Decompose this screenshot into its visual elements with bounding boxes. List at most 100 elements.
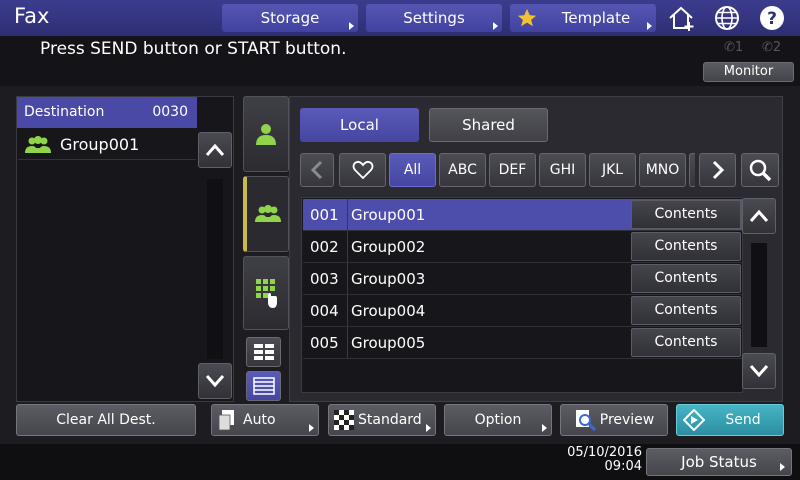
list-scroll-track[interactable]	[751, 243, 767, 347]
home-icon[interactable]	[667, 4, 697, 32]
index-tab-ghi[interactable]: GHI	[539, 153, 586, 187]
favorites-button[interactable]	[339, 153, 386, 187]
row-name: Group004	[351, 302, 426, 320]
row-name: Group003	[351, 270, 426, 288]
submenu-arrow-icon	[542, 424, 547, 432]
standard-label: Standard	[358, 412, 422, 428]
fax-screen: Fax Storage Settings Template ? Press SE…	[0, 0, 800, 480]
row-number: 001	[310, 206, 339, 224]
destination-panel: Destination 0030 Group001	[16, 96, 234, 402]
phone-icon: ✆	[724, 40, 735, 55]
tile-view-icon	[253, 344, 274, 360]
table-row[interactable]: 003 Group003 Contents	[303, 263, 743, 295]
tab-individual[interactable]	[243, 96, 289, 172]
index-tab-mno[interactable]: MNO	[639, 153, 686, 187]
chevron-down-icon	[205, 375, 225, 388]
preview-icon	[575, 410, 596, 431]
time: 09:04	[604, 459, 642, 474]
tab-keypad[interactable]	[243, 256, 289, 330]
group-list: 001 Group001 Contents 002 Group002 Conte…	[301, 197, 743, 393]
shared-button[interactable]: Shared	[429, 108, 548, 142]
settings-label: Settings	[403, 9, 465, 27]
dest-scroll-up-button[interactable]	[198, 132, 232, 168]
submenu-arrow-icon	[309, 424, 314, 432]
row-name: Group002	[351, 238, 426, 256]
list-view-icon	[252, 377, 275, 395]
index-tab-def[interactable]: DEF	[489, 153, 536, 187]
heart-icon	[352, 160, 373, 180]
document-icon	[218, 410, 234, 431]
contents-button[interactable]: Contents	[631, 232, 741, 261]
row-number: 002	[310, 238, 339, 256]
resolution-auto-button[interactable]: Auto	[211, 404, 319, 436]
send-icon	[683, 409, 705, 431]
index-tab-jkl[interactable]: JKL	[589, 153, 636, 187]
table-row[interactable]: 001 Group001 Contents	[303, 199, 743, 231]
preview-label: Preview	[599, 412, 655, 428]
row-name: Group005	[351, 334, 426, 352]
index-tab-all[interactable]: All	[389, 153, 436, 187]
row-divider	[347, 263, 348, 294]
line2-indicator: ✆2	[762, 40, 782, 55]
destination-label: Destination	[24, 104, 105, 120]
submenu-arrow-icon	[647, 22, 652, 30]
local-button[interactable]: Local	[300, 108, 419, 142]
storage-label: Storage	[260, 9, 320, 27]
chevron-down-icon	[749, 365, 769, 378]
clear-all-dest-button[interactable]: Clear All Dest.	[16, 404, 196, 436]
row-divider	[347, 231, 348, 262]
chevron-left-icon	[310, 160, 323, 180]
settings-button[interactable]: Settings	[366, 4, 502, 32]
datetime: 05/10/2016 09:04	[567, 446, 642, 474]
table-row[interactable]: 004 Group004 Contents	[303, 295, 743, 327]
quality-standard-button[interactable]: Standard	[328, 404, 436, 436]
phone-icon: ✆	[762, 40, 773, 55]
job-status-button[interactable]: Job Status	[646, 448, 792, 476]
list-scroll-up-button[interactable]	[742, 198, 776, 234]
view-tile-button[interactable]	[246, 337, 281, 367]
table-row[interactable]: 002 Group002 Contents	[303, 231, 743, 263]
option-label: Option	[474, 412, 522, 428]
contents-button[interactable]: Contents	[631, 328, 741, 357]
globe-icon[interactable]	[712, 4, 742, 32]
template-button[interactable]: Template	[510, 4, 656, 32]
template-label: Template	[561, 9, 631, 27]
person-icon	[256, 124, 276, 145]
status-message: Press SEND button or START button.	[40, 39, 347, 59]
line1-indicator: ✆1	[724, 40, 744, 55]
storage-button[interactable]: Storage	[222, 4, 358, 32]
index-tab-abc[interactable]: ABC	[439, 153, 486, 187]
auto-label: Auto	[243, 412, 276, 428]
submenu-arrow-icon	[426, 424, 431, 432]
list-scroll-down-button[interactable]	[742, 353, 776, 389]
chevron-up-icon	[749, 209, 769, 222]
table-row[interactable]: 005 Group005 Contents	[303, 327, 743, 359]
header-bar: Fax Storage Settings Template ?	[0, 0, 800, 36]
dest-scroll-down-button[interactable]	[198, 363, 232, 399]
job-status-label: Job Status	[681, 453, 757, 471]
send-button[interactable]: Send	[676, 404, 784, 436]
group-icon	[25, 135, 51, 153]
contents-button[interactable]: Contents	[631, 296, 741, 325]
search-button[interactable]	[741, 153, 779, 187]
date: 05/10/2016	[567, 445, 642, 460]
contents-button[interactable]: Contents	[631, 200, 741, 229]
preview-button[interactable]: Preview	[560, 404, 668, 436]
view-list-button[interactable]	[246, 371, 281, 401]
dest-scroll-track[interactable]	[207, 179, 223, 359]
monitor-button[interactable]: Monitor	[703, 62, 794, 82]
tab-group[interactable]	[243, 176, 289, 252]
row-number: 005	[310, 334, 339, 352]
index-next-button[interactable]	[699, 153, 736, 187]
destination-item[interactable]: Group001	[18, 130, 196, 160]
submenu-arrow-icon	[493, 22, 498, 30]
row-number: 004	[310, 302, 339, 320]
destination-count: 0030	[152, 104, 188, 120]
send-label: Send	[725, 412, 761, 428]
star-icon	[517, 8, 537, 27]
index-prev-button[interactable]	[300, 153, 334, 187]
option-button[interactable]: Option	[444, 404, 552, 436]
contents-button[interactable]: Contents	[631, 264, 741, 293]
submenu-arrow-icon	[349, 22, 354, 30]
help-icon[interactable]: ?	[757, 4, 787, 32]
